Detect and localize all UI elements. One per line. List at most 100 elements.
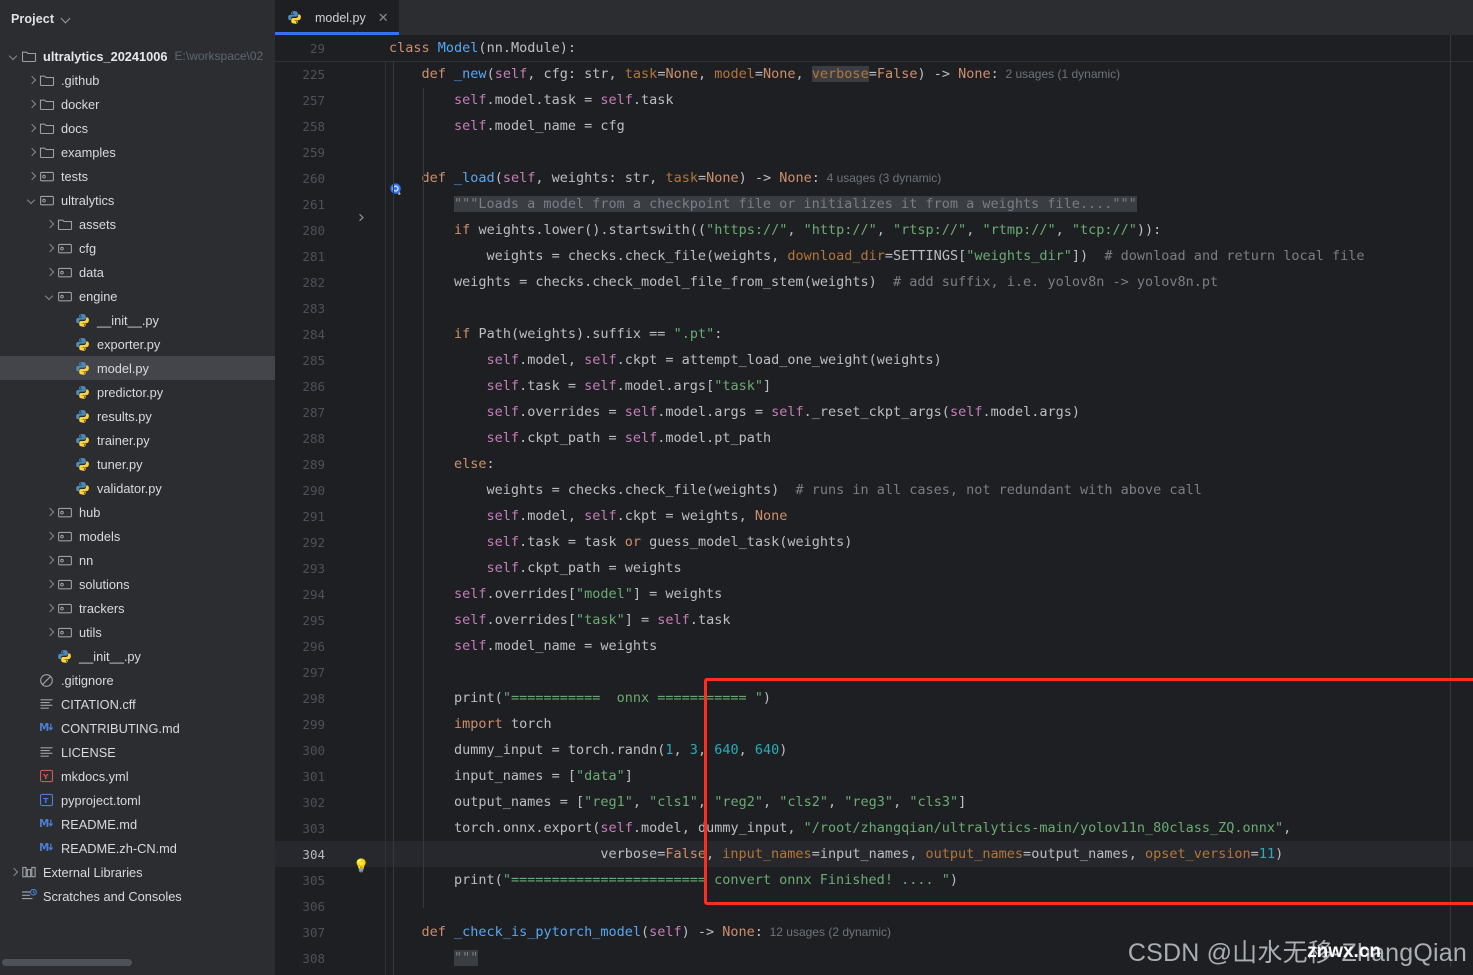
code-viewport[interactable]: 29 class Model(nn.Module): 225 def _new(se…: [275, 35, 1473, 975]
tree-item-solutions[interactable]: solutions: [0, 572, 275, 596]
chevron-right-icon[interactable]: [26, 170, 39, 183]
chevron-down-icon[interactable]: [8, 50, 21, 63]
tree-item-trainer-py[interactable]: trainer.py: [0, 428, 275, 452]
code-line[interactable]: 292 self.task = task or guess_model_task…: [275, 529, 1473, 555]
code-line[interactable]: 290 weights = checks.check_file(weights)…: [275, 477, 1473, 503]
code-line[interactable]: 29 class Model(nn.Module):: [275, 35, 1473, 61]
project-panel-header[interactable]: Project: [0, 0, 275, 38]
tree-item-models[interactable]: models: [0, 524, 275, 548]
code-line[interactable]: 300 dummy_input = torch.randn(1, 3, 640,…: [275, 737, 1473, 763]
code-line[interactable]: 285 self.model, self.ckpt = attempt_load…: [275, 347, 1473, 373]
sidebar-scrollbar-thumb[interactable]: [2, 959, 132, 966]
code-line[interactable]: 258 self.model_name = cfg: [275, 113, 1473, 139]
usages-hint[interactable]: 12 usages (2 dynamic): [763, 925, 891, 939]
tree-item-license[interactable]: LICENSE: [0, 740, 275, 764]
tree-item-tests[interactable]: tests: [0, 164, 275, 188]
code-line[interactable]: 306: [275, 893, 1473, 919]
tree-item-contributing-md[interactable]: M CONTRIBUTING.md: [0, 716, 275, 740]
tree-item-exporter-py[interactable]: exporter.py: [0, 332, 275, 356]
code-line[interactable]: 304 💡 verbose=False, input_names=input_na…: [275, 841, 1473, 874]
tree-item--gitignore[interactable]: .gitignore: [0, 668, 275, 692]
chevron-right-icon[interactable]: [44, 578, 57, 591]
chevron-right-icon[interactable]: [44, 554, 57, 567]
tree-item-docs[interactable]: docs: [0, 116, 275, 140]
code-line[interactable]: 297: [275, 659, 1473, 685]
tree-item-cfg[interactable]: cfg: [0, 236, 275, 260]
code-line[interactable]: 280 if weights.lower().startswith(("http…: [275, 217, 1473, 243]
tree-item-ultralytics[interactable]: ultralytics: [0, 188, 275, 212]
chevron-down-icon[interactable]: [61, 14, 71, 24]
tree-item-readme-zh-cn-md[interactable]: M README.zh-CN.md: [0, 836, 275, 860]
tab-model-py[interactable]: model.py ✕: [275, 0, 399, 35]
tree-item-examples[interactable]: examples: [0, 140, 275, 164]
tree-item-trackers[interactable]: trackers: [0, 596, 275, 620]
code-line[interactable]: 294 self.overrides["model"] = weights: [275, 581, 1473, 607]
code-line[interactable]: 283: [275, 295, 1473, 321]
chevron-right-icon[interactable]: [44, 266, 57, 279]
chevron-right-icon[interactable]: [44, 218, 57, 231]
usages-hint[interactable]: 2 usages (1 dynamic): [999, 67, 1120, 81]
chevron-right-icon[interactable]: [44, 626, 57, 639]
chevron-right-icon[interactable]: [26, 122, 39, 135]
tree-item-ultralytics-20241006[interactable]: ultralytics_20241006 E:\workspace\02: [0, 44, 275, 68]
chevron-right-icon[interactable]: [44, 530, 57, 543]
tree-item-external-libraries[interactable]: External Libraries: [0, 860, 275, 884]
chevron-right-icon[interactable]: [44, 602, 57, 615]
code-line[interactable]: 305 print("======================== conv…: [275, 867, 1473, 893]
code-line[interactable]: 302 output_names = ["reg1", "cls1", "reg…: [275, 789, 1473, 815]
code-line[interactable]: 288 self.ckpt_path = self.model.pt_path: [275, 425, 1473, 451]
tree-item-model-py[interactable]: model.py: [0, 356, 275, 380]
tree-item--github[interactable]: .github: [0, 68, 275, 92]
tree-item--init-py[interactable]: __init__.py: [0, 308, 275, 332]
code-line[interactable]: 286 self.task = self.model.args["task"]: [275, 373, 1473, 399]
code-line[interactable]: 291 self.model, self.ckpt = weights, Non…: [275, 503, 1473, 529]
tree-item-validator-py[interactable]: validator.py: [0, 476, 275, 500]
chevron-right-icon[interactable]: [44, 242, 57, 255]
chevron-right-icon[interactable]: [8, 866, 21, 879]
chevron-down-icon[interactable]: [26, 194, 39, 207]
tree-item-docker[interactable]: docker: [0, 92, 275, 116]
code-text: def _load(self, weights: str, task=None)…: [421, 170, 942, 186]
code-line[interactable]: 303 torch.onnx.export(self.model, dummy_…: [275, 815, 1473, 841]
tree-item-readme-md[interactable]: M README.md: [0, 812, 275, 836]
code-line[interactable]: 289 else:: [275, 451, 1473, 477]
tree-item-nn[interactable]: nn: [0, 548, 275, 572]
code-line[interactable]: 296 self.model_name = weights: [275, 633, 1473, 659]
code-line[interactable]: 295 self.overrides["task"] = self.task: [275, 607, 1473, 633]
tree-item-hub[interactable]: hub: [0, 500, 275, 524]
chevron-right-icon[interactable]: [26, 146, 39, 159]
tree-item-scratches-and-consoles[interactable]: Scratches and Consoles: [0, 884, 275, 908]
code-scrollbar-track[interactable]: [1450, 35, 1451, 975]
chevron-right-icon[interactable]: [26, 98, 39, 111]
code-line[interactable]: 299 import torch: [275, 711, 1473, 737]
tree-item-data[interactable]: data: [0, 260, 275, 284]
chevron-right-icon[interactable]: [26, 74, 39, 87]
tree-item-citation-cff[interactable]: CITATION.cff: [0, 692, 275, 716]
chevron-down-icon[interactable]: [44, 290, 57, 303]
close-icon[interactable]: ✕: [378, 11, 389, 24]
tree-item-predictor-py[interactable]: predictor.py: [0, 380, 275, 404]
code-line[interactable]: 225 def _new(self, cfg: str, task=None, …: [275, 61, 1473, 87]
code-line[interactable]: 282 weights = checks.check_model_file_fr…: [275, 269, 1473, 295]
code-line[interactable]: 281 weights = checks.check_file(weights,…: [275, 243, 1473, 269]
tree-item-mkdocs-yml[interactable]: Ymkdocs.yml: [0, 764, 275, 788]
tree-item--init-py[interactable]: __init__.py: [0, 644, 275, 668]
tree-item-results-py[interactable]: results.py: [0, 404, 275, 428]
sidebar-horizontal-scrollbar[interactable]: [0, 958, 275, 967]
code-line[interactable]: 259: [275, 139, 1473, 165]
code-line[interactable]: 301 input_names = ["data"]: [275, 763, 1473, 789]
code-line[interactable]: 293 self.ckpt_path = weights: [275, 555, 1473, 581]
tree-item-pyproject-toml[interactable]: Tpyproject.toml: [0, 788, 275, 812]
code-line[interactable]: 298 print("=========== onnx =========== …: [275, 685, 1473, 711]
code-line[interactable]: 261 """Loads a model from a checkpoint f…: [275, 191, 1473, 222]
tree-item-engine[interactable]: engine: [0, 284, 275, 308]
code-line[interactable]: 287 self.overrides = self.model.args = s…: [275, 399, 1473, 425]
code-line[interactable]: 257 self.model.task = self.task: [275, 87, 1473, 113]
tree-item-tuner-py[interactable]: tuner.py: [0, 452, 275, 476]
code-line[interactable]: 284 if Path(weights).suffix == ".pt":: [275, 321, 1473, 347]
chevron-right-icon[interactable]: [44, 506, 57, 519]
tree-item-utils[interactable]: utils: [0, 620, 275, 644]
usages-hint[interactable]: 4 usages (3 dynamic): [820, 171, 942, 185]
tree-item-assets[interactable]: assets: [0, 212, 275, 236]
code-line[interactable]: 260 def _load(self, weights: str, task=N…: [275, 165, 1473, 196]
